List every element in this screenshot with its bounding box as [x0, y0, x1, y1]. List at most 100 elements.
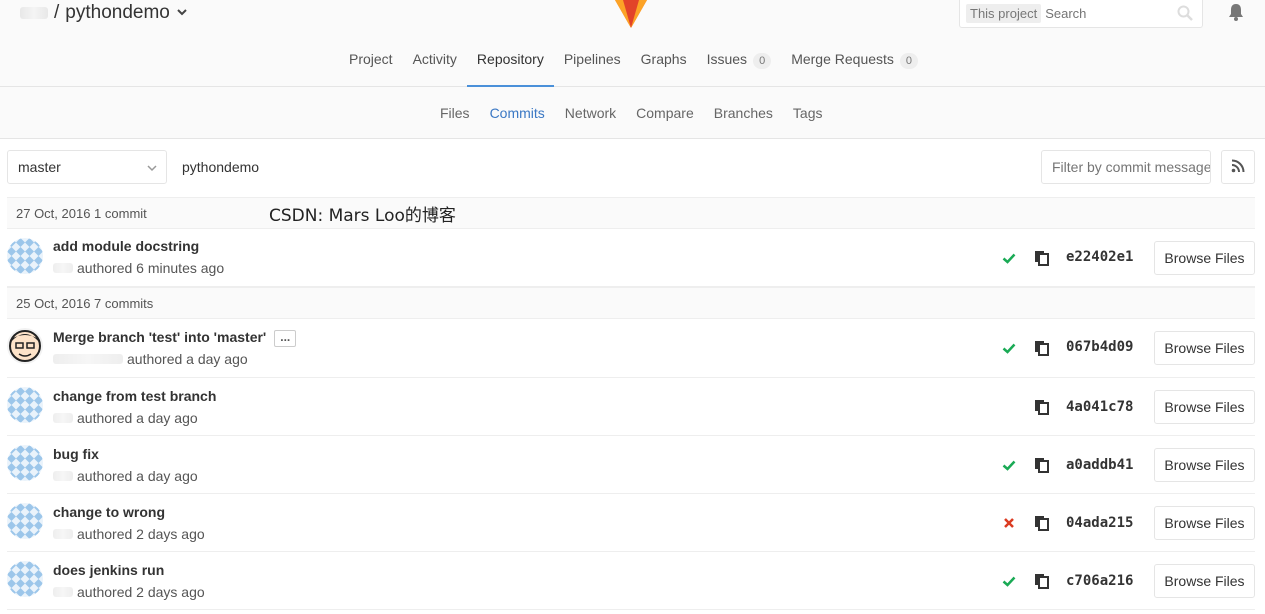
subnav-compare[interactable]: Compare — [626, 87, 704, 139]
browse-files-button[interactable]: Browse Files — [1154, 448, 1255, 482]
copy-sha-icon[interactable] — [1034, 515, 1050, 531]
project-name[interactable]: pythondemo — [65, 2, 170, 24]
commit-sha[interactable]: 4a041c78 — [1066, 399, 1133, 415]
nav-tab-project[interactable]: Project — [339, 44, 403, 87]
pipeline-success-icon[interactable] — [1002, 458, 1016, 472]
nav-tab-label: Issues — [706, 51, 748, 67]
project-title[interactable]: / pythondemo — [20, 0, 188, 26]
commit-meta: authored a day ago — [53, 410, 198, 426]
nav-tab-label: Activity — [412, 51, 457, 67]
rss-icon — [1231, 159, 1245, 176]
search-input[interactable] — [1045, 6, 1176, 21]
rss-feed-button[interactable] — [1221, 150, 1255, 184]
commit-sha[interactable]: 067b4d09 — [1066, 339, 1133, 355]
nav-tab-merge-requests[interactable]: Merge Requests 0 — [781, 44, 928, 87]
pipeline-success-icon[interactable] — [1002, 251, 1016, 265]
subnav-commits[interactable]: Commits — [480, 87, 555, 139]
commit-title[interactable]: does jenkins run — [53, 562, 164, 578]
repo-breadcrumb[interactable]: pythondemo — [182, 159, 259, 175]
commit-meta: authored 2 days ago — [53, 526, 205, 542]
commit-row: does jenkins run authored 2 days ago c70… — [7, 552, 1255, 610]
watermark-text: CSDN: Mars Loo的博客 — [269, 206, 456, 226]
commit-title[interactable]: bug fix — [53, 446, 99, 462]
commit-title[interactable]: add module docstring — [53, 238, 199, 254]
search-icon[interactable] — [1176, 4, 1194, 22]
branch-select-value: master — [18, 159, 61, 175]
issues-count-badge: 0 — [753, 53, 772, 69]
commit-meta: authored 2 days ago — [53, 584, 205, 600]
author-name-blurred — [53, 471, 73, 481]
commit-meta: authored a day ago — [53, 468, 198, 484]
commit-sha[interactable]: c706a216 — [1066, 573, 1133, 589]
commit-meta-text: authored 6 minutes ago — [77, 260, 225, 276]
commit-title[interactable]: change to wrong — [53, 504, 165, 520]
commit-meta-text: authored a day ago — [127, 351, 248, 367]
avatar[interactable] — [7, 387, 43, 423]
avatar[interactable] — [7, 238, 43, 274]
namespace-blurred — [20, 7, 48, 19]
commit-meta: authored a day ago — [53, 351, 248, 367]
day-header-label: 27 Oct, 2016 1 commit — [16, 205, 147, 221]
nav-tab-label: Graphs — [640, 51, 687, 67]
repository-subnav: Files Commits Network Compare Branches T… — [0, 87, 1265, 139]
copy-sha-icon[interactable] — [1034, 457, 1050, 473]
copy-sha-icon[interactable] — [1034, 399, 1050, 415]
top-header: / pythondemo This project Project Activi… — [0, 0, 1265, 87]
subnav-network[interactable]: Network — [555, 87, 626, 139]
commit-sha[interactable]: 04ada215 — [1066, 515, 1133, 531]
copy-sha-icon[interactable] — [1034, 250, 1050, 266]
commit-meta-text: authored 2 days ago — [77, 584, 205, 600]
pipeline-failed-icon[interactable] — [1002, 516, 1016, 530]
chevron-down-icon[interactable] — [176, 6, 188, 21]
search-scope-badge[interactable]: This project — [966, 4, 1042, 23]
avatar[interactable] — [7, 503, 43, 539]
chevron-down-icon — [146, 161, 158, 173]
avatar[interactable] — [7, 328, 43, 364]
pipeline-success-icon[interactable] — [1002, 341, 1016, 355]
nav-tab-graphs[interactable]: Graphs — [631, 44, 697, 87]
nav-tab-activity[interactable]: Activity — [403, 44, 467, 87]
author-name-blurred — [53, 413, 73, 423]
browse-files-button[interactable]: Browse Files — [1154, 241, 1255, 275]
commit-sha[interactable]: a0addb41 — [1066, 457, 1133, 473]
commit-title[interactable]: change from test branch — [53, 388, 216, 404]
main-nav: Project Activity Repository Pipelines Gr… — [0, 44, 1265, 87]
browse-files-button[interactable]: Browse Files — [1154, 564, 1255, 598]
browse-files-button[interactable]: Browse Files — [1154, 331, 1255, 365]
commit-row: change to wrong authored 2 days ago 04ad… — [7, 494, 1255, 552]
avatar[interactable] — [7, 561, 43, 597]
title-separator: / — [54, 2, 60, 23]
search-box[interactable]: This project — [959, 0, 1203, 28]
commit-title[interactable]: Merge branch 'test' into 'master' — [53, 329, 266, 345]
commit-row: Merge branch 'test' into 'master'... aut… — [7, 319, 1255, 378]
bell-icon[interactable] — [1226, 2, 1246, 22]
commit-title-wrap: Merge branch 'test' into 'master'... — [53, 329, 297, 347]
avatar[interactable] — [7, 445, 43, 481]
nav-tab-pipelines[interactable]: Pipelines — [554, 44, 631, 87]
subnav-branches[interactable]: Branches — [704, 87, 783, 139]
nav-tab-issues[interactable]: Issues 0 — [697, 44, 782, 87]
browse-files-button[interactable]: Browse Files — [1154, 390, 1255, 424]
merge-requests-count-badge: 0 — [899, 53, 919, 69]
author-name-blurred — [53, 354, 123, 364]
day-header: 25 Oct, 2016 7 commits — [7, 287, 1255, 319]
commit-meta-text: authored a day ago — [77, 410, 198, 426]
gitlab-logo-icon[interactable] — [613, 0, 649, 28]
copy-sha-icon[interactable] — [1034, 340, 1050, 356]
commit-sha[interactable]: e22402e1 — [1066, 249, 1133, 265]
nav-tab-label: Project — [349, 51, 393, 67]
subnav-tags[interactable]: Tags — [783, 87, 833, 139]
commit-filter-input[interactable] — [1041, 150, 1211, 184]
nav-tab-repository[interactable]: Repository — [466, 44, 554, 87]
expand-description-button[interactable]: ... — [274, 329, 297, 347]
browse-files-button[interactable]: Browse Files — [1154, 506, 1255, 540]
nav-tab-label: Repository — [476, 51, 544, 67]
pipeline-success-icon[interactable] — [1002, 574, 1016, 588]
nav-tab-label: Pipelines — [563, 51, 621, 67]
author-name-blurred — [53, 587, 73, 597]
subnav-files[interactable]: Files — [430, 87, 480, 139]
copy-sha-icon[interactable] — [1034, 573, 1050, 589]
commit-meta-text: authored a day ago — [77, 468, 198, 484]
day-header: 27 Oct, 2016 1 commit — [7, 197, 1255, 229]
branch-select[interactable]: master — [7, 150, 167, 184]
